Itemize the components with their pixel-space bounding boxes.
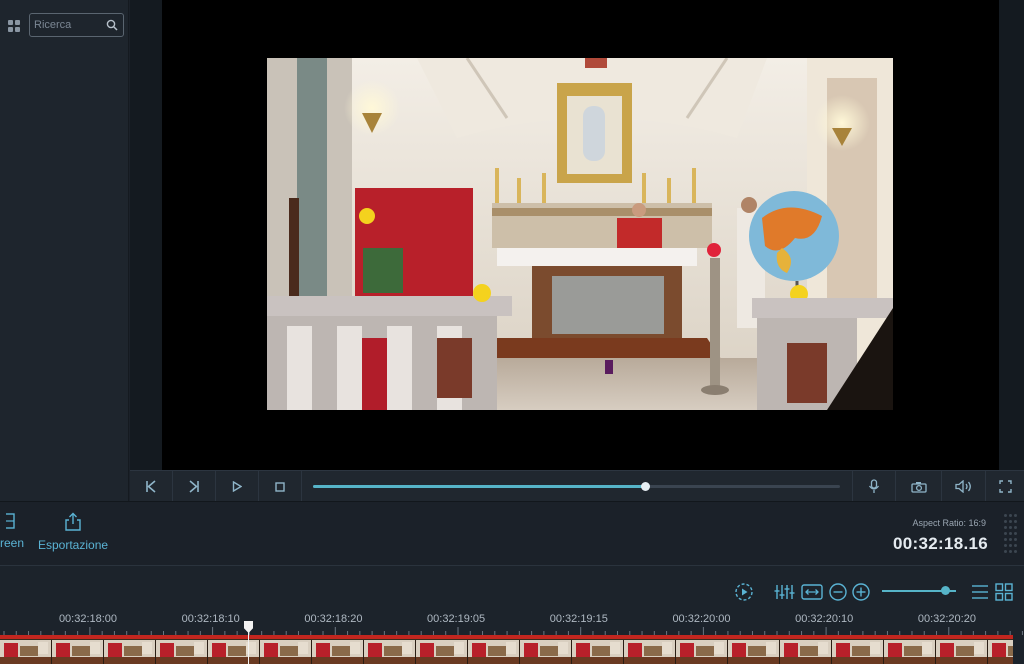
skip-back-icon [146,480,156,493]
clip-thumbnail [624,640,676,664]
clip-thumbnail [780,640,832,664]
zoom-in-icon[interactable] [851,582,871,602]
progress-handle[interactable] [641,482,650,491]
clip-thumbnail [468,640,520,664]
playback-controls [130,470,1024,502]
editing-toolbar: creen Esportazione Aspect Ratio: 16:9 00… [0,501,1024,564]
video-clip[interactable] [0,635,1013,664]
export-label: Esportazione [38,538,109,552]
skip-back-button[interactable] [130,471,173,502]
screen-tool-label: creen [0,536,25,550]
clip-thumbnail [936,640,988,664]
clip-thumbnail [260,640,312,664]
video-preview-frame [267,58,893,410]
ruler-timestamp: 00:32:20:20 [917,613,976,625]
audio-mixer-icon[interactable] [774,582,798,602]
skip-forward-button[interactable] [173,471,216,502]
clip-thumbnail [208,640,260,664]
play-button[interactable] [216,471,259,502]
zoom-slider-handle[interactable] [941,586,950,595]
clip-thumbnail [364,640,416,664]
playback-progress-bar[interactable] [313,482,840,491]
screen-tool[interactable]: creen [0,512,24,550]
clip-thumbnail [988,640,1013,664]
clip-thumbnail [832,640,884,664]
ruler-timestamp: 00:32:19:15 [549,613,608,625]
microphone-icon [868,479,880,493]
clip-thumbnail [520,640,572,664]
progress-fill [313,485,645,488]
search-input[interactable] [34,17,106,33]
ruler-timestamp: 00:32:20:10 [795,613,854,625]
clip-thumbnail [884,640,936,664]
fullscreen-button[interactable] [985,471,1024,502]
clip-thumbnail [416,640,468,664]
fit-to-timeline-icon[interactable] [801,582,823,602]
list-view-icon[interactable] [970,582,990,602]
current-timecode: 00:32:18.16 [893,534,988,553]
ruler-timestamp: 00:32:18:10 [181,613,240,625]
timeline-panel: 00:32:18:00 00:32:18:10 00:32:18:20 00:32:1… [0,565,1024,664]
clip-thumbnail [52,640,104,664]
grid-view-icon[interactable] [8,20,20,32]
clip-thumbnail [676,640,728,664]
ruler-ticks [3,627,1023,635]
clip-thumbnail [0,640,52,664]
volume-button[interactable] [941,471,985,502]
search-icon[interactable] [106,19,118,31]
clip-thumbnail [104,640,156,664]
search-field[interactable] [29,13,124,37]
stop-icon [275,481,285,492]
stop-button[interactable] [259,471,302,502]
panel-resize-handle[interactable] [1004,514,1017,554]
aspect-ratio-label: Aspect Ratio: 16:9 [912,518,986,528]
ruler-timestamp: 00:32:20:00 [672,613,731,625]
video-editor: creen Esportazione Aspect Ratio: 16:9 00… [0,0,1024,664]
export-button[interactable]: Esportazione [38,512,108,552]
media-library-panel [0,0,129,501]
record-voiceover-button[interactable] [852,471,895,502]
thumbnail-view-icon[interactable] [994,582,1014,602]
snapshot-button[interactable] [895,471,941,502]
camera-icon [910,481,927,493]
playhead-line [248,631,249,664]
fullscreen-icon [998,480,1012,493]
clip-thumbnail [312,640,364,664]
clip-audio-bar [0,635,1013,639]
clip-thumbnail [728,640,780,664]
render-preview-icon[interactable] [734,582,754,602]
skip-forward-icon [189,480,199,493]
zoom-out-icon[interactable] [828,582,848,602]
export-icon [65,512,81,531]
church-interior-image [267,58,893,410]
volume-icon [955,480,971,493]
screen-icon [6,513,15,529]
ruler-timestamp: 00:32:18:20 [304,613,363,625]
ruler-timestamp: 00:32:18:00 [58,613,118,625]
play-icon [232,481,242,492]
clip-thumbnail [156,640,208,664]
clip-thumbnails [0,640,1013,664]
clip-thumbnail [572,640,624,664]
ruler-timestamp: 00:32:19:05 [427,613,486,625]
